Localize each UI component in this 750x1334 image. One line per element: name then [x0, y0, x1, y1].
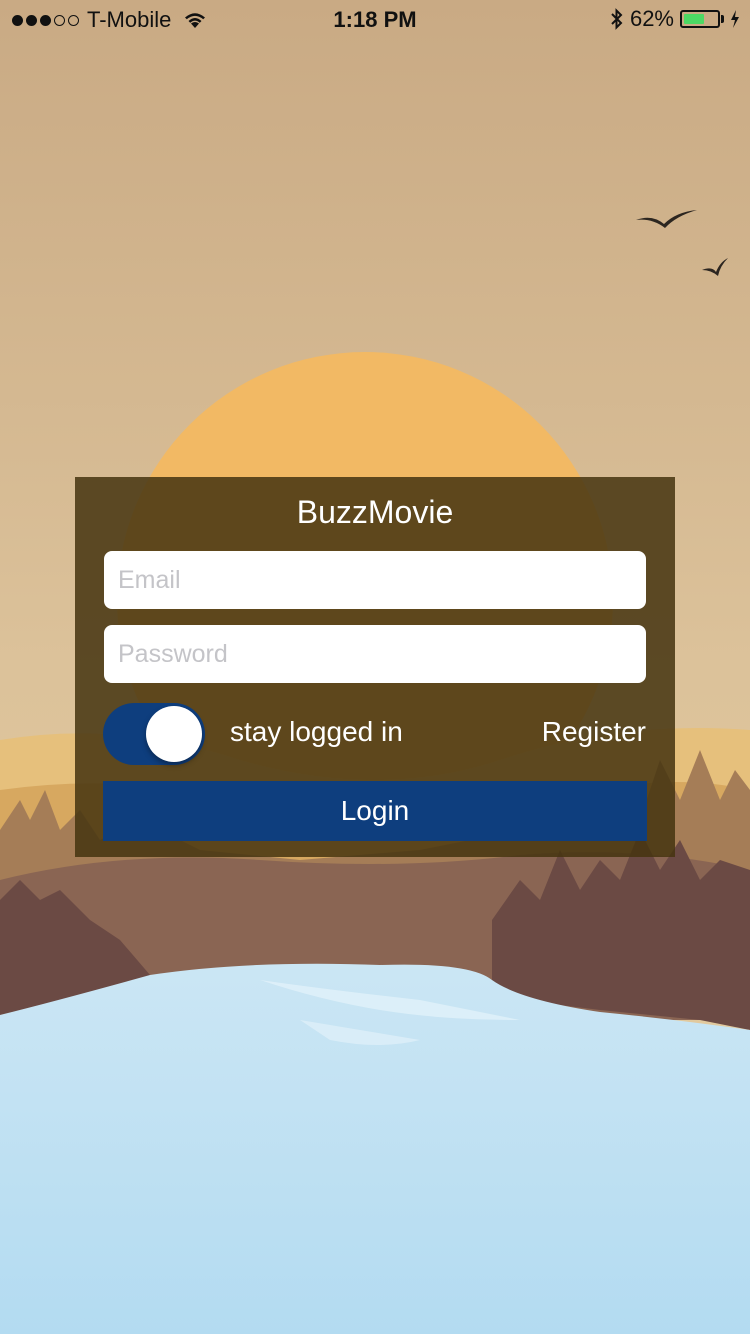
battery-percent: 62%: [629, 6, 674, 31]
charging-bolt-icon: [731, 10, 739, 28]
register-link[interactable]: Register: [542, 716, 646, 748]
stay-logged-in-toggle[interactable]: [103, 703, 205, 765]
app-title: BuzzMovie: [296, 494, 454, 530]
status-right-group: 62%: [610, 6, 740, 32]
login-button[interactable]: Login: [103, 781, 647, 841]
toggle-knob: [146, 706, 202, 762]
status-bar: T-Mobile 1:18 PM 62%: [0, 0, 750, 40]
password-field[interactable]: [104, 625, 646, 683]
battery-icon: [680, 10, 724, 28]
email-field[interactable]: [104, 551, 646, 609]
bluetooth-icon: [611, 8, 623, 30]
battery-level-fill: [684, 14, 704, 24]
stay-logged-in-label: stay logged in: [230, 716, 403, 747]
